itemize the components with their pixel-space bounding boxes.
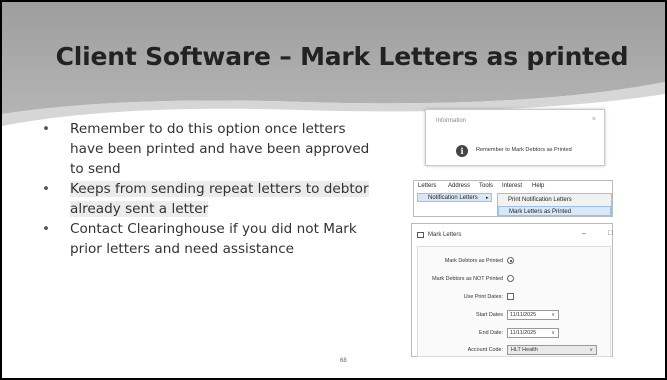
end-date-picker[interactable]: 11/11/2025 ∨ — [507, 328, 559, 338]
page-title: Client Software – Mark Letters as printe… — [55, 42, 629, 71]
chevron-down-icon: ∨ — [589, 347, 593, 353]
letters-menu: Letters Address Tools Interest Help Noti… — [413, 180, 613, 217]
menu-bar: Letters Address Tools Interest Help — [414, 181, 612, 192]
end-date-label: End Date: — [479, 330, 503, 336]
bullet-item: Contact Clearinghouse if you did not Mar… — [42, 219, 382, 259]
start-dates-label: Start Dates — [476, 312, 503, 318]
account-code-label: Account Code: — [467, 347, 503, 353]
mark-not-printed-label: Mark Debtors as NOT Printed — [432, 276, 503, 282]
start-date-picker[interactable]: 11/11/2025 ∨ — [507, 310, 559, 320]
use-print-dates-checkbox[interactable] — [507, 293, 514, 300]
menu-item-print-notification-letters[interactable]: Print Notification Letters — [498, 195, 611, 205]
mark-printed-radio[interactable] — [507, 257, 514, 264]
window-title: Mark Letters — [428, 232, 462, 238]
account-code-select[interactable]: HLT Health ∨ — [507, 345, 597, 355]
maximize-button[interactable]: □ — [608, 230, 612, 237]
chevron-right-icon: ▸ — [486, 195, 489, 201]
slide: Client Software – Mark Letters as printe… — [0, 0, 667, 380]
menu-item-mark-letters-as-printed[interactable]: Mark Letters as Printed — [498, 206, 611, 216]
notification-letters-submenu: Print Notification Letters Mark Letters … — [497, 193, 612, 217]
minimize-button[interactable]: – — [582, 230, 586, 237]
window-icon — [417, 232, 424, 238]
menu-address[interactable]: Address — [448, 183, 470, 189]
menu-interest[interactable]: Interest — [502, 183, 522, 189]
menu-tools[interactable]: Tools — [479, 183, 493, 189]
dialog-message: Remember to Mark Debtors as Printed — [476, 147, 572, 153]
dialog-title: Information — [436, 118, 467, 124]
chevron-down-icon: ∨ — [551, 312, 555, 318]
mark-not-printed-radio[interactable] — [507, 275, 514, 282]
chevron-down-icon: ∨ — [551, 330, 555, 336]
mark-printed-label: Mark Debtors as Printed — [444, 258, 503, 264]
mark-letters-window: Mark Letters – □ Mark Debtors as Printed… — [411, 223, 613, 357]
menu-help[interactable]: Help — [532, 183, 544, 189]
page-number: 68 — [340, 358, 347, 364]
menu-letters[interactable]: Letters — [418, 183, 436, 189]
close-icon[interactable]: × — [592, 116, 596, 123]
information-dialog: Information × i Remember to Mark Debtors… — [425, 109, 605, 166]
bullet-item: Remember to do this option once letters … — [42, 119, 382, 179]
info-icon: i — [456, 145, 468, 157]
form-body: Mark Debtors as Printed Mark Debtors as … — [417, 246, 611, 357]
menu-item-notification-letters[interactable]: Notification Letters ▸ — [417, 193, 492, 202]
bullet-list: Remember to do this option once letters … — [42, 119, 382, 259]
use-print-dates-label: Use Print Dates: — [463, 294, 503, 300]
bullet-item: Keeps from sending repeat letters to deb… — [42, 179, 382, 219]
